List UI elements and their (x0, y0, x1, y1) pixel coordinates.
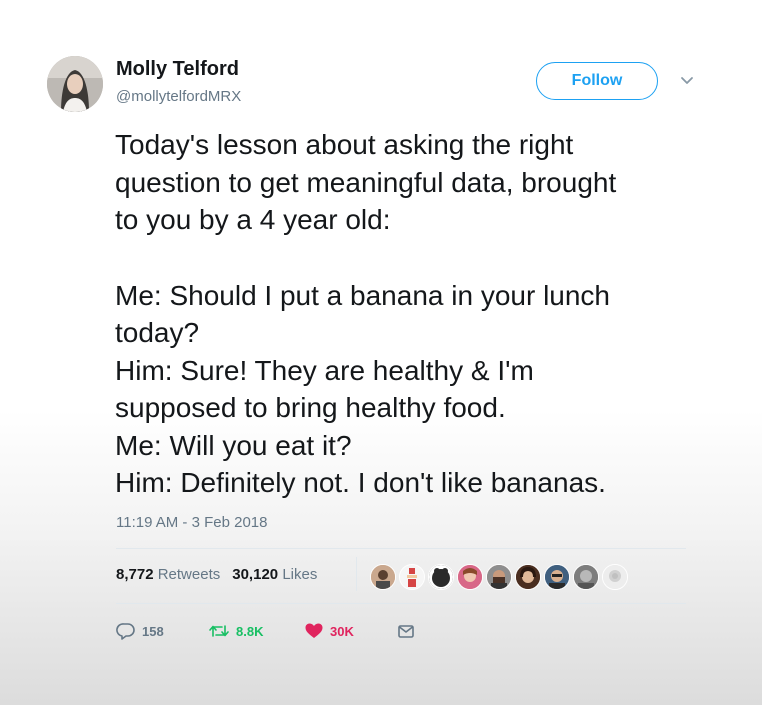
divider (116, 603, 686, 604)
reply-button[interactable]: 158 (116, 620, 164, 642)
direct-message-button[interactable] (396, 620, 422, 642)
liker-avatar[interactable] (486, 564, 512, 590)
like-button[interactable]: 30K (304, 620, 354, 642)
follow-button[interactable]: Follow (536, 62, 658, 100)
retweet-count: 8.8K (236, 623, 264, 639)
liker-avatars (370, 563, 631, 591)
liker-avatar[interactable] (428, 564, 454, 590)
heart-icon (305, 623, 323, 638)
like-count: 30K (330, 623, 354, 639)
retweet-icon (209, 625, 229, 637)
reply-icon (116, 623, 135, 640)
tweet-line: to you by a 4 year old: (115, 204, 391, 235)
retweets-stat[interactable]: 8,772 Retweets (116, 566, 220, 583)
retweet-button[interactable]: 8.8K (208, 620, 263, 642)
retweets-label: Retweets (157, 566, 221, 583)
tweet-line: Me: Should I put a banana in your lunch (115, 279, 611, 311)
tweet-line: Him: Sure! They are healthy & I'm (115, 354, 534, 386)
liker-avatar[interactable] (457, 564, 483, 590)
liker-avatar[interactable] (544, 564, 570, 590)
tweet-line: Today's lesson about asking the right (115, 129, 574, 160)
stats-separator (356, 557, 357, 591)
liker-avatar[interactable] (399, 564, 425, 590)
chevron-down-icon[interactable] (679, 75, 695, 87)
author-handle[interactable]: @mollytelfordMRX (116, 88, 241, 105)
liker-avatar[interactable] (370, 564, 396, 590)
author-name[interactable]: Molly Telford (116, 58, 239, 81)
tweet-line: Him: Definitely not. I don't like banana… (115, 467, 606, 498)
tweet-timestamp[interactable]: 11:19 AM - 3 Feb 2018 (116, 514, 268, 531)
likes-stat[interactable]: 30,120 Likes (232, 566, 317, 583)
tweet-card: Molly Telford @mollytelfordMRX Follow To… (0, 0, 762, 705)
likes-label: Likes (282, 566, 318, 583)
tweet-text: Today's lesson about asking the right qu… (115, 126, 735, 502)
tweet-stats: 8,772 Retweets 30,120 Likes (116, 566, 317, 583)
tweet-line: Me: Will you eat it? (115, 429, 352, 461)
avatar-photo (47, 56, 103, 112)
author-avatar[interactable] (47, 56, 103, 112)
tweet-line: supposed to bring healthy food. (115, 392, 506, 423)
tweet-line: question to get meaningful data, brought (115, 166, 617, 198)
tweet-line: today? (115, 317, 200, 348)
liker-avatar[interactable] (602, 564, 628, 590)
divider (116, 548, 686, 549)
liker-avatar[interactable] (573, 564, 599, 590)
retweets-count: 8,772 (116, 566, 154, 583)
liker-avatar[interactable] (515, 564, 541, 590)
envelope-icon (398, 625, 414, 638)
reply-count: 158 (142, 623, 164, 639)
likes-count: 30,120 (232, 566, 279, 583)
